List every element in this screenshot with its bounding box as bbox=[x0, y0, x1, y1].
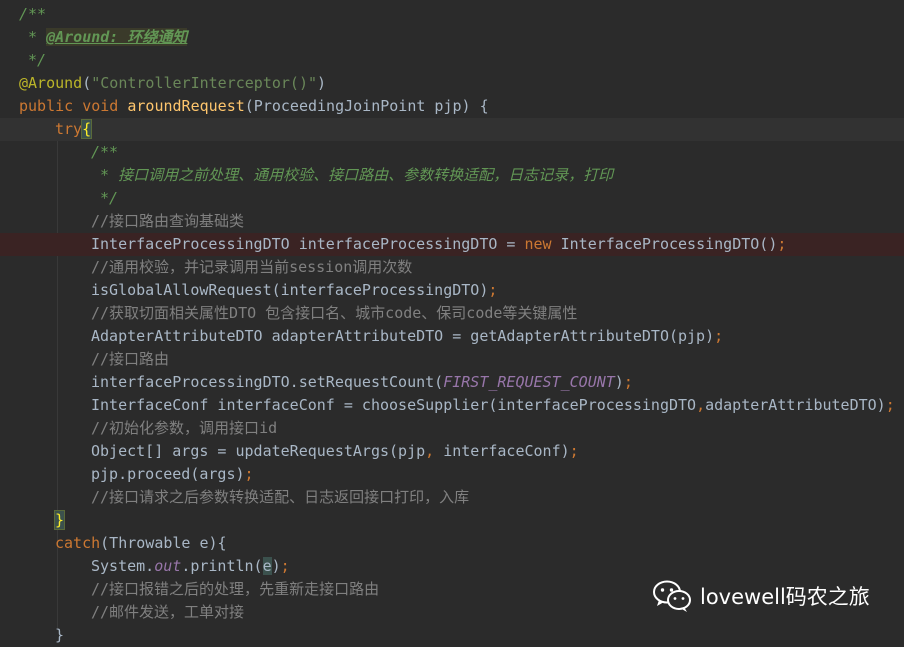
keyword: public void bbox=[19, 97, 128, 115]
code-text: */ bbox=[19, 51, 47, 69]
code-line-20: Object[] args = updateRequestArgs(pjp, i… bbox=[0, 440, 904, 463]
code-text: .println( bbox=[181, 557, 263, 575]
code-line-9: */ bbox=[0, 187, 904, 210]
code-text: InterfaceProcessingDTO interfaceProcessi… bbox=[91, 235, 525, 253]
code-line-24: catch(Throwable e){ bbox=[0, 532, 904, 555]
code-line-11: InterfaceProcessingDTO interfaceProcessi… bbox=[0, 233, 904, 256]
keyword: new bbox=[524, 235, 552, 253]
code-text: * bbox=[19, 28, 47, 46]
semicolon: ; bbox=[885, 396, 895, 414]
semicolon: ; bbox=[777, 235, 787, 253]
code-line-12: //通用校验，并记录调用当前session调用次数 bbox=[0, 256, 904, 279]
code-line-5: public void aroundRequest(ProceedingJoin… bbox=[0, 95, 904, 118]
semicolon: ; bbox=[569, 442, 579, 460]
code-line-17: interfaceProcessingDTO.setRequestCount(F… bbox=[0, 371, 904, 394]
code-text: * 接口调用之前处理、通用校验、接口路由、参数转换适配，日志记录，打印 bbox=[91, 166, 614, 184]
wechat-icon bbox=[653, 580, 691, 612]
line-comment: //通用校验，并记录调用当前session调用次数 bbox=[91, 258, 413, 276]
line-comment: //初始化参数，调用接口id bbox=[91, 419, 278, 437]
code-text: (Throwable e){ bbox=[100, 534, 227, 552]
matched-brace: { bbox=[81, 119, 93, 139]
comma: , bbox=[696, 396, 706, 414]
code-text: System. bbox=[91, 557, 155, 575]
string-literal: "ControllerInterceptor()" bbox=[91, 74, 318, 92]
line-comment: //接口报错之后的处理，先重新走接口路由 bbox=[91, 580, 380, 598]
line-comment: //接口路由 bbox=[91, 350, 170, 368]
code-line-28: } bbox=[0, 624, 904, 647]
line-comment: //获取切面相关属性DTO 包含接口名、城市code、保司code等关键属性 bbox=[91, 304, 578, 322]
static-field: out bbox=[154, 557, 182, 575]
semicolon: ; bbox=[714, 327, 724, 345]
code-text: pjp.proceed(args) bbox=[91, 465, 245, 483]
constant: FIRST_REQUEST_COUNT bbox=[443, 373, 615, 391]
code-line-10: //接口路由查询基础类 bbox=[0, 210, 904, 233]
code-text: InterfaceProcessingDTO() bbox=[551, 235, 778, 253]
code-line-18: InterfaceConf interfaceConf = chooseSupp… bbox=[0, 394, 904, 417]
semicolon: ; bbox=[488, 281, 498, 299]
code-line-3: */ bbox=[0, 49, 904, 72]
method-name: aroundRequest bbox=[127, 97, 245, 115]
code-line-4: @Around("ControllerInterceptor()") bbox=[0, 72, 904, 95]
code-line-16: //接口路由 bbox=[0, 348, 904, 371]
code-line-14: //获取切面相关属性DTO 包含接口名、城市code、保司code等关键属性 bbox=[0, 302, 904, 325]
code-text: AdapterAttributeDTO adapterAttributeDTO … bbox=[91, 327, 715, 345]
code-line-6: try{ bbox=[0, 118, 904, 141]
code-text: /** bbox=[19, 5, 47, 23]
comma: , bbox=[425, 442, 435, 460]
code-line-21: pjp.proceed(args); bbox=[0, 463, 904, 486]
annotation: @Around bbox=[19, 74, 83, 92]
code-text: ) bbox=[614, 373, 624, 391]
line-comment: //接口路由查询基础类 bbox=[91, 212, 245, 230]
highlighted-variable: e bbox=[262, 557, 272, 575]
code-line-13: isGlobalAllowRequest(interfaceProcessing… bbox=[0, 279, 904, 302]
code-text: ) bbox=[271, 557, 281, 575]
code-line-7: /** bbox=[0, 141, 904, 164]
keyword: try bbox=[55, 120, 83, 138]
code-line-19: //初始化参数，调用接口id bbox=[0, 417, 904, 440]
watermark-text: lovewell码农之旅 bbox=[700, 585, 870, 609]
keyword: catch bbox=[55, 534, 101, 552]
code-text: (ProceedingJoinPoint pjp) { bbox=[244, 97, 489, 115]
code-text: isGlobalAllowRequest(interfaceProcessing… bbox=[91, 281, 489, 299]
code-text: interfaceConf) bbox=[434, 442, 570, 460]
watermark: lovewell码农之旅 bbox=[652, 578, 870, 614]
code-line-25: System.out.println(e); bbox=[0, 555, 904, 578]
code-line-2: * @Around: 环绕通知 bbox=[0, 26, 904, 49]
code-text: interfaceProcessingDTO.setRequestCount( bbox=[91, 373, 444, 391]
code-line-22: //接口请求之后参数转换适配、日志返回接口打印，入库 bbox=[0, 486, 904, 509]
code-text: InterfaceConf interfaceConf = chooseSupp… bbox=[91, 396, 697, 414]
code-line-8: * 接口调用之前处理、通用校验、接口路由、参数转换适配，日志记录，打印 bbox=[0, 164, 904, 187]
code-text: adapterAttributeDTO) bbox=[705, 396, 886, 414]
javadoc-tag: @Around: 环绕通知 bbox=[46, 28, 188, 46]
code-text: Object[] args = updateRequestArgs(pjp bbox=[91, 442, 426, 460]
code-text: ( bbox=[82, 74, 92, 92]
code-text: ) bbox=[317, 74, 327, 92]
semicolon: ; bbox=[244, 465, 254, 483]
code-line-1: /** bbox=[0, 3, 904, 26]
semicolon: ; bbox=[623, 373, 633, 391]
code-text: */ bbox=[91, 189, 119, 207]
line-comment: //邮件发送，工单对接 bbox=[91, 603, 245, 621]
matched-brace: } bbox=[53, 510, 66, 530]
semicolon: ; bbox=[280, 557, 290, 575]
code-text: /** bbox=[91, 143, 119, 161]
code-line-15: AdapterAttributeDTO adapterAttributeDTO … bbox=[0, 325, 904, 348]
code-text: } bbox=[55, 626, 65, 644]
code-editor[interactable]: /** * @Around: 环绕通知 */ @Around("Controll… bbox=[0, 0, 904, 644]
line-comment: //接口请求之后参数转换适配、日志返回接口打印，入库 bbox=[91, 488, 470, 506]
code-line-23: } bbox=[0, 509, 904, 532]
